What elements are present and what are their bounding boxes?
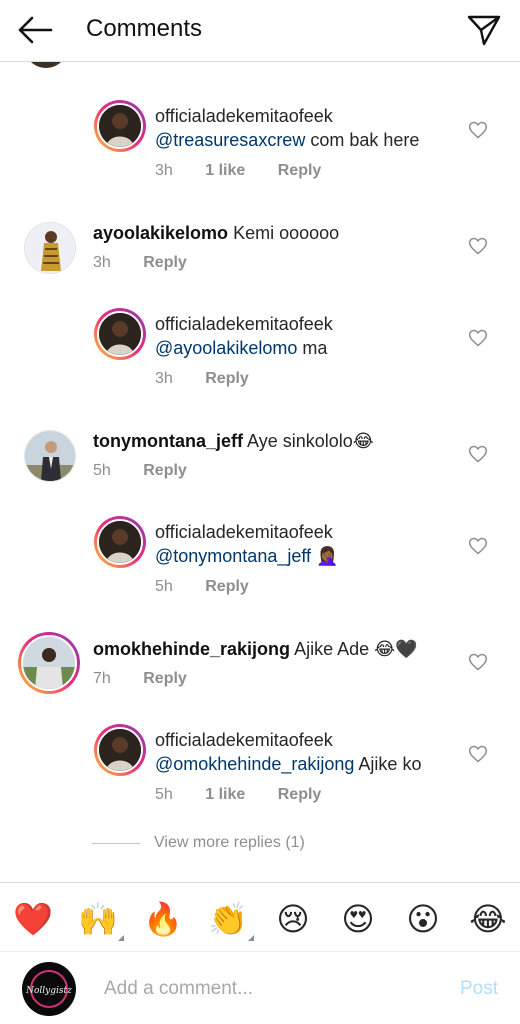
- comment-time: 5h: [155, 786, 173, 803]
- comment-text: Ajike Ade 😂🖤: [294, 639, 418, 659]
- heart-icon[interactable]: [468, 536, 488, 556]
- reply-button[interactable]: Reply: [278, 162, 322, 179]
- comment-time: 7h: [93, 670, 111, 687]
- comment-text: Aye sinkololo😂: [247, 431, 374, 451]
- comment-item: omokhehinde_rakijong Ajike Ade 😂🖤 7h Rep…: [0, 630, 520, 726]
- direct-send-icon[interactable]: [464, 10, 504, 50]
- emoji-reaction-bar: ❤️ 🙌 🔥 👏 😢 😍 😮 😂: [0, 882, 520, 952]
- comment-reply: officialadekemitaofeek @treasuresaxcrew …: [0, 98, 520, 194]
- comment-time: 3h: [155, 162, 173, 179]
- comment-item: tonymontana_jeff Aye sinkololo😂 5h Reply: [0, 422, 520, 518]
- fire-emoji[interactable]: 🔥: [141, 897, 185, 941]
- avatar[interactable]: Nollygistz: [22, 962, 76, 1016]
- reply-button[interactable]: Reply: [205, 578, 249, 595]
- comment-time: 5h: [93, 462, 111, 479]
- comment-username[interactable]: ayoolakikelomo: [93, 223, 228, 243]
- comment-composer: Nollygistz Post: [0, 952, 520, 1024]
- red-heart-emoji[interactable]: ❤️: [11, 897, 55, 941]
- surprised-face-emoji[interactable]: 😮: [401, 897, 445, 941]
- comment-username[interactable]: officialadekemitaofeek: [155, 105, 333, 127]
- likes-count[interactable]: 1 like: [205, 162, 245, 179]
- comment-item: ayoolakikelomo Kemi oooooo 3h Reply: [0, 214, 520, 310]
- avatar[interactable]: [94, 516, 146, 568]
- reply-button[interactable]: Reply: [143, 254, 187, 271]
- view-more-replies[interactable]: View more replies (1): [92, 834, 305, 852]
- clapping-hands-emoji-glyph: 👏: [208, 900, 248, 938]
- divider: [92, 842, 140, 844]
- crying-face-emoji[interactable]: 😢: [271, 897, 315, 941]
- header-bar: Comments: [0, 0, 520, 62]
- raising-hands-emoji-glyph: 🙌: [78, 900, 118, 938]
- avatar-photo: [99, 729, 141, 771]
- avatar-photo: [99, 313, 141, 355]
- avatar[interactable]: [24, 430, 76, 482]
- avatar[interactable]: [94, 308, 146, 360]
- comment-time: 3h: [93, 254, 111, 271]
- comment-username[interactable]: officialadekemitaofeek: [155, 313, 333, 335]
- mention-link[interactable]: @omokhehinde_rakijong: [155, 754, 354, 774]
- mention-link[interactable]: @treasuresaxcrew: [155, 130, 305, 150]
- comment-input[interactable]: [104, 974, 424, 1004]
- avatar[interactable]: [94, 724, 146, 776]
- post-button[interactable]: Post: [460, 978, 498, 1000]
- reply-button[interactable]: Reply: [143, 670, 187, 687]
- comment-reply: officialadekemitaofeek @omokhehinde_raki…: [0, 722, 520, 818]
- mention-link[interactable]: @ayoolakikelomo: [155, 338, 297, 358]
- tears-of-joy-emoji[interactable]: 😂: [466, 897, 510, 941]
- reply-button[interactable]: Reply: [143, 462, 187, 479]
- reply-button[interactable]: Reply: [205, 370, 249, 387]
- avatar-photo: [99, 105, 141, 147]
- view-more-label: View more replies (1): [154, 834, 305, 851]
- likes-count[interactable]: 1 like: [205, 786, 245, 803]
- avatar-brand-logo: Nollygistz: [26, 986, 72, 996]
- comment-text: com bak here: [310, 130, 420, 150]
- heart-icon[interactable]: [468, 120, 488, 140]
- comment-time: 3h: [155, 370, 173, 387]
- comment-time: 5h: [155, 578, 173, 595]
- reply-button[interactable]: Reply: [278, 786, 322, 803]
- comment-text: Kemi oooooo: [233, 223, 340, 243]
- raising-hands-emoji[interactable]: 🙌: [76, 897, 124, 941]
- heart-icon[interactable]: [468, 744, 488, 764]
- page-title: Comments: [86, 15, 203, 42]
- heart-eyes-emoji[interactable]: 😍: [336, 897, 380, 941]
- heart-icon[interactable]: [468, 328, 488, 348]
- avatar-photo: [99, 521, 141, 563]
- avatar[interactable]: [24, 222, 76, 274]
- mention-link[interactable]: @tonymontana_jeff: [155, 546, 311, 566]
- heart-icon[interactable]: [468, 652, 488, 672]
- skin-tone-indicator-icon: [248, 935, 254, 941]
- comment-reply: officialadekemitaofeek @tonymontana_jeff…: [0, 514, 520, 610]
- back-arrow-icon[interactable]: [14, 10, 56, 50]
- avatar-photo: [25, 431, 75, 481]
- skin-tone-indicator-icon: [118, 935, 124, 941]
- comment-username[interactable]: officialadekemitaofeek: [155, 521, 333, 543]
- comment-text: ma: [302, 338, 328, 358]
- comment-username[interactable]: officialadekemitaofeek: [155, 729, 333, 751]
- heart-icon[interactable]: [468, 444, 488, 464]
- comment-username[interactable]: tonymontana_jeff: [93, 431, 243, 451]
- avatar[interactable]: [18, 632, 80, 694]
- comment-username[interactable]: omokhehinde_rakijong: [93, 639, 290, 659]
- comment-text: Ajike ko: [358, 754, 422, 774]
- heart-icon[interactable]: [468, 236, 488, 256]
- comment-text: 🤦🏾‍♀️: [316, 546, 339, 566]
- avatar[interactable]: [94, 100, 146, 152]
- avatar-photo: [25, 223, 75, 273]
- avatar-photo: [23, 637, 75, 689]
- clapping-hands-emoji[interactable]: 👏: [206, 897, 254, 941]
- comment-reply: officialadekemitaofeek @ayoolakikelomo m…: [0, 306, 520, 402]
